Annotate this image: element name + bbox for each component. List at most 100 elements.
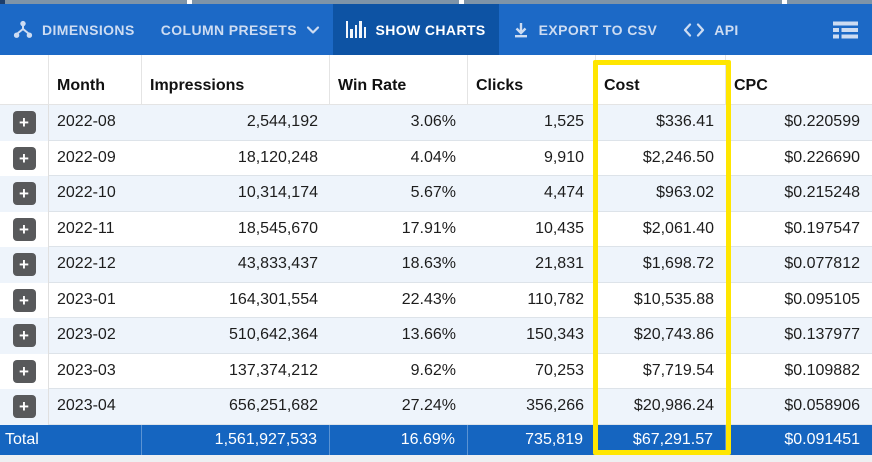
total-cpc-cell: $0.091451 <box>784 430 860 448</box>
table-row: + 2022-12 43,833,437 18.63% 21,831 $1,69… <box>0 247 872 283</box>
table-row: + 2023-01 164,301,554 22.43% 110,782 $10… <box>0 282 872 318</box>
report-table-app: DIMENSIONS COLUMN PRESETS SHOW CHARTS EX… <box>0 0 872 462</box>
impressions-cell: 137,374,212 <box>142 354 330 389</box>
column-presets-button[interactable]: COLUMN PRESETS <box>148 4 333 55</box>
clicks-cell: 4,474 <box>468 176 596 212</box>
table-body: + 2022-08 2,544,192 3.06% 1,525 $336.41 … <box>0 105 872 425</box>
month-cell: 2022-10 <box>49 176 142 212</box>
cost-cell: $10,535.88 <box>596 283 726 318</box>
expand-cell: + <box>0 318 49 354</box>
show-charts-label: SHOW CHARTS <box>375 21 486 38</box>
expand-cell: + <box>0 353 49 389</box>
top-edge-gap <box>459 0 464 4</box>
expand-cell: + <box>0 211 49 247</box>
cpc-cell: $0.226690 <box>726 141 872 176</box>
win-rate-cell: 3.06% <box>330 105 468 141</box>
table-row: + 2023-04 656,251,682 27.24% 356,266 $20… <box>0 389 872 425</box>
impressions-cell: 656,251,682 <box>142 389 330 425</box>
toolbar: DIMENSIONS COLUMN PRESETS SHOW CHARTS EX… <box>0 4 872 55</box>
cost-cell: $20,743.86 <box>596 318 726 354</box>
table-row: + 2022-09 18,120,248 4.04% 9,910 $2,246.… <box>0 140 872 176</box>
win-rate-cell: 22.43% <box>330 283 468 318</box>
win-rate-cell: 9.62% <box>330 354 468 389</box>
top-edge-gap <box>187 0 192 4</box>
month-cell: 2022-12 <box>49 247 142 283</box>
expand-row-button[interactable]: + <box>12 324 36 348</box>
cpc-cell: $0.109882 <box>726 354 872 389</box>
column-header-cost[interactable]: Cost <box>596 55 726 105</box>
top-edge-accent <box>0 0 5 4</box>
top-edge-strip <box>0 0 872 4</box>
cpc-cell: $0.077812 <box>726 247 872 283</box>
total-label-cell: Total <box>0 424 142 455</box>
cost-cell: $2,061.40 <box>596 212 726 247</box>
month-cell: 2022-09 <box>49 141 142 176</box>
list-menu-icon <box>833 21 858 39</box>
clicks-cell: 356,266 <box>468 389 596 425</box>
impressions-cell: 18,120,248 <box>142 141 330 176</box>
dimensions-button[interactable]: DIMENSIONS <box>0 4 148 55</box>
column-header-clicks[interactable]: Clicks <box>468 55 596 105</box>
cost-cell: $2,246.50 <box>596 141 726 176</box>
column-header-impressions[interactable]: Impressions <box>142 55 330 105</box>
expand-cell: + <box>0 176 49 212</box>
impressions-cell: 2,544,192 <box>142 105 330 141</box>
table-row: + 2023-02 510,642,364 13.66% 150,343 $20… <box>0 318 872 354</box>
export-csv-button[interactable]: EXPORT TO CSV <box>499 4 671 55</box>
column-header-win-rate[interactable]: Win Rate <box>330 55 468 105</box>
win-rate-cell: 18.63% <box>330 247 468 283</box>
expand-cell: + <box>0 105 49 141</box>
cpc-cell: $0.095105 <box>726 283 872 318</box>
total-row: Total 1,561,927,533 16.69% 735,819 $67,2… <box>0 424 872 455</box>
expand-row-button[interactable]: + <box>12 359 36 383</box>
impressions-cell: 18,545,670 <box>142 212 330 247</box>
cpc-cell: $0.197547 <box>726 212 872 247</box>
expand-row-button[interactable]: + <box>12 395 36 419</box>
clicks-cell: 1,525 <box>468 105 596 141</box>
bar-chart-icon <box>345 21 367 38</box>
cost-cell: $1,698.72 <box>596 247 726 283</box>
total-win-rate-cell: 16.69% <box>330 424 468 455</box>
column-header-cpc[interactable]: CPC <box>726 55 872 105</box>
month-cell: 2022-08 <box>49 105 142 141</box>
win-rate-cell: 17.91% <box>330 212 468 247</box>
win-rate-cell: 4.04% <box>330 141 468 176</box>
expand-cell: + <box>0 389 49 425</box>
expand-row-button[interactable]: + <box>12 217 36 241</box>
impressions-cell: 43,833,437 <box>142 247 330 283</box>
expand-row-button[interactable]: + <box>12 253 36 277</box>
top-edge-gap <box>782 0 787 4</box>
cost-cell: $963.02 <box>596 176 726 212</box>
table-row: + 2022-11 18,545,670 17.91% 10,435 $2,06… <box>0 211 872 247</box>
cpc-cell: $0.137977 <box>726 318 872 354</box>
export-csv-label: EXPORT TO CSV <box>538 21 658 38</box>
column-header-month[interactable]: Month <box>49 55 142 105</box>
chevron-down-icon <box>306 25 320 35</box>
cost-cell: $20,986.24 <box>596 389 726 425</box>
month-cell: 2023-02 <box>49 318 142 354</box>
download-icon <box>512 21 530 39</box>
clicks-cell: 21,831 <box>468 247 596 283</box>
list-menu-button[interactable] <box>819 4 872 55</box>
api-button[interactable]: API <box>670 4 752 55</box>
table-row: + 2023-03 137,374,212 9.62% 70,253 $7,71… <box>0 353 872 389</box>
code-brackets-icon <box>683 22 705 37</box>
expand-cell: + <box>0 140 49 176</box>
month-cell: 2023-03 <box>49 354 142 389</box>
expand-row-button[interactable]: + <box>12 146 36 170</box>
clicks-cell: 70,253 <box>468 354 596 389</box>
impressions-cell: 10,314,174 <box>142 176 330 212</box>
column-presets-label: COLUMN PRESETS <box>160 21 297 38</box>
month-cell: 2023-04 <box>49 389 142 425</box>
month-cell: 2023-01 <box>49 283 142 318</box>
expand-row-button[interactable]: + <box>12 111 36 135</box>
total-cost-cell: $67,291.57 <box>596 424 726 455</box>
expand-row-button[interactable]: + <box>12 288 36 312</box>
total-impressions-cell: 1,561,927,533 <box>142 424 330 455</box>
expand-column-header <box>0 55 49 105</box>
dimensions-label: DIMENSIONS <box>42 21 135 38</box>
cpc-cell: $0.058906 <box>726 389 872 425</box>
show-charts-button[interactable]: SHOW CHARTS <box>332 4 499 55</box>
impressions-cell: 164,301,554 <box>142 283 330 318</box>
expand-row-button[interactable]: + <box>12 182 36 206</box>
